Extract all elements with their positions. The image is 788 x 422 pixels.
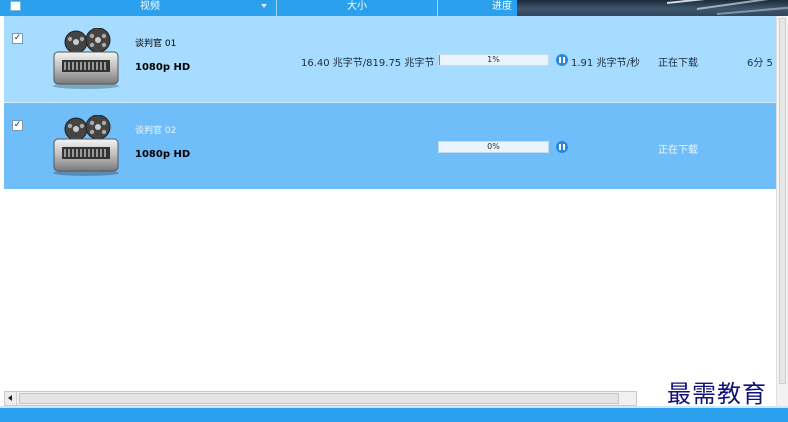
download-status: 正在下载 [658,58,698,69]
table-row[interactable]: ✓ [4,16,776,102]
film-reel-projector-icon [53,28,119,89]
vertical-scroll-thumb[interactable] [779,18,786,384]
column-size[interactable]: 大小 [277,0,437,16]
table-row[interactable]: ✓ [4,103,776,189]
film-reel-projector-icon [53,115,119,176]
download-speed: 1.91 兆字节/秒 [571,58,640,69]
progress-text: 0% [487,142,500,151]
column-video[interactable]: 视频 [24,0,276,16]
video-quality: 1080p HD [135,62,191,73]
sort-down-icon[interactable] [261,4,267,8]
scroll-left-button[interactable] [5,392,17,405]
row-checkbox[interactable]: ✓ [12,33,23,44]
time-remaining: 6分 5 [747,58,773,69]
pause-circle-icon[interactable] [556,141,568,153]
horizontal-scrollbar[interactable] [4,391,637,406]
pause-circle-icon[interactable] [556,54,568,66]
row-checkbox[interactable]: ✓ [12,120,23,131]
vertical-scrollbar[interactable] [776,16,788,406]
video-title: 谈判官 01 [135,39,177,49]
horizontal-scroll-thumb[interactable] [19,393,619,404]
download-status: 正在下载 [658,145,698,156]
bottom-toolbar [0,408,788,422]
watermark: 最需教育 [667,380,767,408]
video-title: 谈判官 02 [135,126,177,136]
progress-bar: 1% [438,54,549,66]
select-all-checkbox[interactable] [10,1,21,11]
download-window: 视频 大小 进度 ✓ 谈判官 01 1080p HD 16.40 兆字节/819… [0,0,788,422]
progress-bar: 0% [438,141,549,153]
download-size: 16.40 兆字节/819.75 兆字节 [301,58,435,69]
progress-text: 1% [487,55,500,64]
video-quality: 1080p HD [135,149,191,160]
